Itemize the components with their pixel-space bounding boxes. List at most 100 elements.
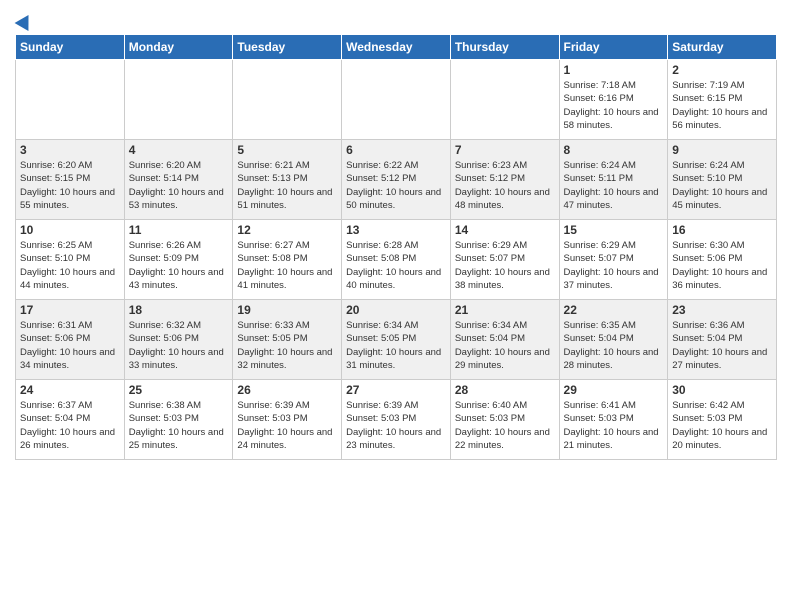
day-number: 15 [564, 223, 664, 237]
day-number: 17 [20, 303, 120, 317]
day-number: 27 [346, 383, 446, 397]
calendar-week-3: 10 Sunrise: 6:25 AM Sunset: 5:10 PM Dayli… [16, 220, 777, 300]
day-info: Sunrise: 6:39 AM Sunset: 5:03 PM Dayligh… [346, 399, 446, 452]
weekday-header-saturday: Saturday [668, 35, 777, 60]
weekday-header-sunday: Sunday [16, 35, 125, 60]
calendar-cell: 7 Sunrise: 6:23 AM Sunset: 5:12 PM Daylig… [450, 140, 559, 220]
day-info: Sunrise: 6:35 AM Sunset: 5:04 PM Dayligh… [564, 319, 664, 372]
day-info: Sunrise: 6:23 AM Sunset: 5:12 PM Dayligh… [455, 159, 555, 212]
day-number: 29 [564, 383, 664, 397]
calendar-cell: 24 Sunrise: 6:37 AM Sunset: 5:04 PM Dayli… [16, 380, 125, 460]
day-number: 20 [346, 303, 446, 317]
day-info: Sunrise: 6:36 AM Sunset: 5:04 PM Dayligh… [672, 319, 772, 372]
day-number: 5 [237, 143, 337, 157]
calendar-cell: 27 Sunrise: 6:39 AM Sunset: 5:03 PM Dayli… [342, 380, 451, 460]
day-info: Sunrise: 6:26 AM Sunset: 5:09 PM Dayligh… [129, 239, 229, 292]
day-info: Sunrise: 6:34 AM Sunset: 5:05 PM Dayligh… [346, 319, 446, 372]
day-number: 24 [20, 383, 120, 397]
calendar-cell [233, 60, 342, 140]
day-number: 7 [455, 143, 555, 157]
calendar-cell [342, 60, 451, 140]
weekday-header-thursday: Thursday [450, 35, 559, 60]
calendar-cell: 13Sunrise: 6:28 AM Sunset: 5:08 PM Dayli… [342, 220, 451, 300]
day-number: 11 [129, 223, 229, 237]
day-number: 4 [129, 143, 229, 157]
page-container: SundayMondayTuesdayWednesdayThursdayFrid… [0, 0, 792, 465]
calendar-cell: 26Sunrise: 6:39 AM Sunset: 5:03 PM Dayli… [233, 380, 342, 460]
calendar-cell: 25 Sunrise: 6:38 AM Sunset: 5:03 PM Dayli… [124, 380, 233, 460]
calendar-cell: 4 Sunrise: 6:20 AM Sunset: 5:14 PM Daylig… [124, 140, 233, 220]
calendar-cell: 8Sunrise: 6:24 AM Sunset: 5:11 PM Daylig… [559, 140, 668, 220]
day-info: Sunrise: 7:19 AM Sunset: 6:15 PM Dayligh… [672, 79, 772, 132]
day-info: Sunrise: 6:37 AM Sunset: 5:04 PM Dayligh… [20, 399, 120, 452]
calendar-cell: 19 Sunrise: 6:33 AM Sunset: 5:05 PM Dayli… [233, 300, 342, 380]
day-info: Sunrise: 6:38 AM Sunset: 5:03 PM Dayligh… [129, 399, 229, 452]
calendar-cell: 29 Sunrise: 6:41 AM Sunset: 5:03 PM Dayli… [559, 380, 668, 460]
calendar-table: SundayMondayTuesdayWednesdayThursdayFrid… [15, 34, 777, 460]
weekday-header-tuesday: Tuesday [233, 35, 342, 60]
day-number: 14 [455, 223, 555, 237]
day-number: 12 [237, 223, 337, 237]
weekday-header-wednesday: Wednesday [342, 35, 451, 60]
calendar-cell: 23 Sunrise: 6:36 AM Sunset: 5:04 PM Dayli… [668, 300, 777, 380]
calendar-cell [16, 60, 125, 140]
day-number: 2 [672, 63, 772, 77]
calendar-week-5: 24 Sunrise: 6:37 AM Sunset: 5:04 PM Dayli… [16, 380, 777, 460]
day-number: 19 [237, 303, 337, 317]
calendar-week-2: 3 Sunrise: 6:20 AM Sunset: 5:15 PM Daylig… [16, 140, 777, 220]
calendar-cell: 28Sunrise: 6:40 AM Sunset: 5:03 PM Dayli… [450, 380, 559, 460]
day-number: 1 [564, 63, 664, 77]
calendar-cell: 11 Sunrise: 6:26 AM Sunset: 5:09 PM Dayli… [124, 220, 233, 300]
weekday-header-monday: Monday [124, 35, 233, 60]
day-number: 8 [564, 143, 664, 157]
calendar-cell: 3 Sunrise: 6:20 AM Sunset: 5:15 PM Daylig… [16, 140, 125, 220]
calendar-week-1: 1 Sunrise: 7:18 AM Sunset: 6:16 PM Daylig… [16, 60, 777, 140]
calendar-cell: 16Sunrise: 6:30 AM Sunset: 5:06 PM Dayli… [668, 220, 777, 300]
day-number: 3 [20, 143, 120, 157]
day-info: Sunrise: 6:33 AM Sunset: 5:05 PM Dayligh… [237, 319, 337, 372]
day-info: Sunrise: 6:31 AM Sunset: 5:06 PM Dayligh… [20, 319, 120, 372]
weekday-header-friday: Friday [559, 35, 668, 60]
calendar-cell: 12 Sunrise: 6:27 AM Sunset: 5:08 PM Dayli… [233, 220, 342, 300]
day-info: Sunrise: 6:32 AM Sunset: 5:06 PM Dayligh… [129, 319, 229, 372]
calendar-cell: 9Sunrise: 6:24 AM Sunset: 5:10 PM Daylig… [668, 140, 777, 220]
calendar-cell: 20 Sunrise: 6:34 AM Sunset: 5:05 PM Dayli… [342, 300, 451, 380]
day-info: Sunrise: 6:20 AM Sunset: 5:15 PM Dayligh… [20, 159, 120, 212]
calendar-cell: 14 Sunrise: 6:29 AM Sunset: 5:07 PM Dayli… [450, 220, 559, 300]
day-number: 18 [129, 303, 229, 317]
day-info: Sunrise: 6:34 AM Sunset: 5:04 PM Dayligh… [455, 319, 555, 372]
day-info: Sunrise: 6:41 AM Sunset: 5:03 PM Dayligh… [564, 399, 664, 452]
day-number: 23 [672, 303, 772, 317]
calendar-week-4: 17 Sunrise: 6:31 AM Sunset: 5:06 PM Dayli… [16, 300, 777, 380]
calendar-cell [124, 60, 233, 140]
calendar-cell: 1 Sunrise: 7:18 AM Sunset: 6:16 PM Daylig… [559, 60, 668, 140]
day-info: Sunrise: 6:24 AM Sunset: 5:10 PM Dayligh… [672, 159, 772, 212]
day-number: 10 [20, 223, 120, 237]
calendar-cell: 22 Sunrise: 6:35 AM Sunset: 5:04 PM Dayli… [559, 300, 668, 380]
day-info: Sunrise: 6:25 AM Sunset: 5:10 PM Dayligh… [20, 239, 120, 292]
day-number: 25 [129, 383, 229, 397]
day-number: 13 [346, 223, 446, 237]
day-info: Sunrise: 6:40 AM Sunset: 5:03 PM Dayligh… [455, 399, 555, 452]
day-info: Sunrise: 7:18 AM Sunset: 6:16 PM Dayligh… [564, 79, 664, 132]
calendar-cell: 17 Sunrise: 6:31 AM Sunset: 5:06 PM Dayli… [16, 300, 125, 380]
day-info: Sunrise: 6:21 AM Sunset: 5:13 PM Dayligh… [237, 159, 337, 212]
header [15, 10, 777, 28]
calendar-cell: 15Sunrise: 6:29 AM Sunset: 5:07 PM Dayli… [559, 220, 668, 300]
calendar-cell: 18 Sunrise: 6:32 AM Sunset: 5:06 PM Dayli… [124, 300, 233, 380]
day-info: Sunrise: 6:42 AM Sunset: 5:03 PM Dayligh… [672, 399, 772, 452]
day-number: 30 [672, 383, 772, 397]
day-number: 6 [346, 143, 446, 157]
calendar-cell: 30 Sunrise: 6:42 AM Sunset: 5:03 PM Dayli… [668, 380, 777, 460]
calendar-header-row: SundayMondayTuesdayWednesdayThursdayFrid… [16, 35, 777, 60]
day-number: 26 [237, 383, 337, 397]
calendar-cell: 2 Sunrise: 7:19 AM Sunset: 6:15 PM Daylig… [668, 60, 777, 140]
day-info: Sunrise: 6:20 AM Sunset: 5:14 PM Dayligh… [129, 159, 229, 212]
day-number: 21 [455, 303, 555, 317]
day-number: 22 [564, 303, 664, 317]
day-info: Sunrise: 6:30 AM Sunset: 5:06 PM Dayligh… [672, 239, 772, 292]
day-info: Sunrise: 6:27 AM Sunset: 5:08 PM Dayligh… [237, 239, 337, 292]
calendar-cell: 21 Sunrise: 6:34 AM Sunset: 5:04 PM Dayli… [450, 300, 559, 380]
calendar-cell: 10 Sunrise: 6:25 AM Sunset: 5:10 PM Dayli… [16, 220, 125, 300]
day-info: Sunrise: 6:29 AM Sunset: 5:07 PM Dayligh… [455, 239, 555, 292]
